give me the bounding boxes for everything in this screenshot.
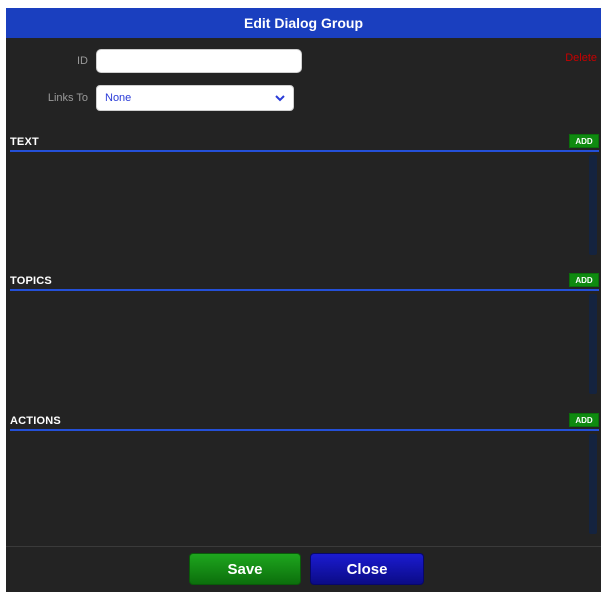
- links-to-label: Links To: [47, 92, 88, 104]
- actions-list: [10, 431, 599, 534]
- dialog-title: Edit Dialog Group: [244, 15, 363, 31]
- actions-add-button[interactable]: ADD: [569, 413, 599, 427]
- id-input[interactable]: [96, 49, 302, 73]
- actions-section-header: ACTIONS ADD: [10, 413, 599, 431]
- topics-section-title: TOPICS: [10, 275, 52, 287]
- close-button[interactable]: Close: [310, 553, 424, 585]
- actions-section: ACTIONS ADD: [10, 413, 599, 534]
- title-bar: Edit Dialog Group: [6, 8, 601, 38]
- topics-section: TOPICS ADD: [10, 273, 599, 394]
- links-to-row: Links To None: [6, 85, 294, 111]
- topics-list-scrollbar[interactable]: [589, 294, 597, 394]
- edit-dialog-group-window: Edit Dialog Group ID Delete Links To Non…: [6, 8, 601, 592]
- dialog-footer: Save Close: [6, 546, 601, 592]
- save-button[interactable]: Save: [189, 553, 301, 585]
- topics-section-header: TOPICS ADD: [10, 273, 599, 291]
- id-label: ID: [77, 55, 88, 67]
- actions-section-title: ACTIONS: [10, 415, 61, 427]
- text-section-header: TEXT ADD: [10, 134, 599, 152]
- topics-add-button[interactable]: ADD: [569, 273, 599, 287]
- topics-list: [10, 291, 599, 394]
- text-list: [10, 152, 599, 255]
- links-to-select[interactable]: None: [96, 85, 294, 111]
- delete-link[interactable]: Delete: [565, 52, 597, 64]
- text-list-scrollbar[interactable]: [589, 155, 597, 255]
- text-section-title: TEXT: [10, 136, 39, 148]
- id-row: ID: [6, 49, 302, 73]
- chevron-down-icon: [275, 95, 285, 102]
- text-section: TEXT ADD: [10, 134, 599, 255]
- links-to-value: None: [105, 92, 132, 104]
- actions-list-scrollbar[interactable]: [589, 434, 597, 534]
- text-add-button[interactable]: ADD: [569, 134, 599, 148]
